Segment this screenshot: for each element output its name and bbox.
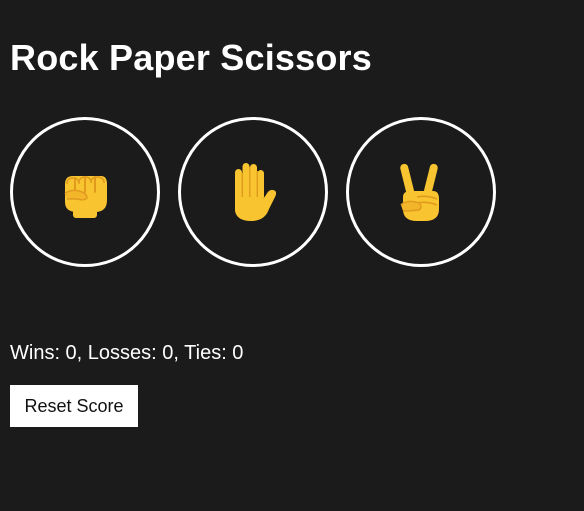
victory-hand-icon: [400, 163, 439, 221]
raised-hand-icon: [235, 163, 277, 221]
game-page: Rock Paper Scissors Wins: 0, Losses: 0, …: [0, 0, 584, 511]
scissors-choice-button[interactable]: [346, 117, 496, 267]
score-text: Wins: 0, Losses: 0, Ties: 0: [10, 342, 244, 364]
paper-choice-button[interactable]: [178, 117, 328, 267]
page-title: Rock Paper Scissors: [10, 37, 372, 78]
choice-row: [10, 117, 496, 267]
reset-score-button[interactable]: Reset Score: [10, 385, 138, 427]
raised-fist-icon: [64, 176, 107, 218]
rock-choice-button[interactable]: [10, 117, 160, 267]
